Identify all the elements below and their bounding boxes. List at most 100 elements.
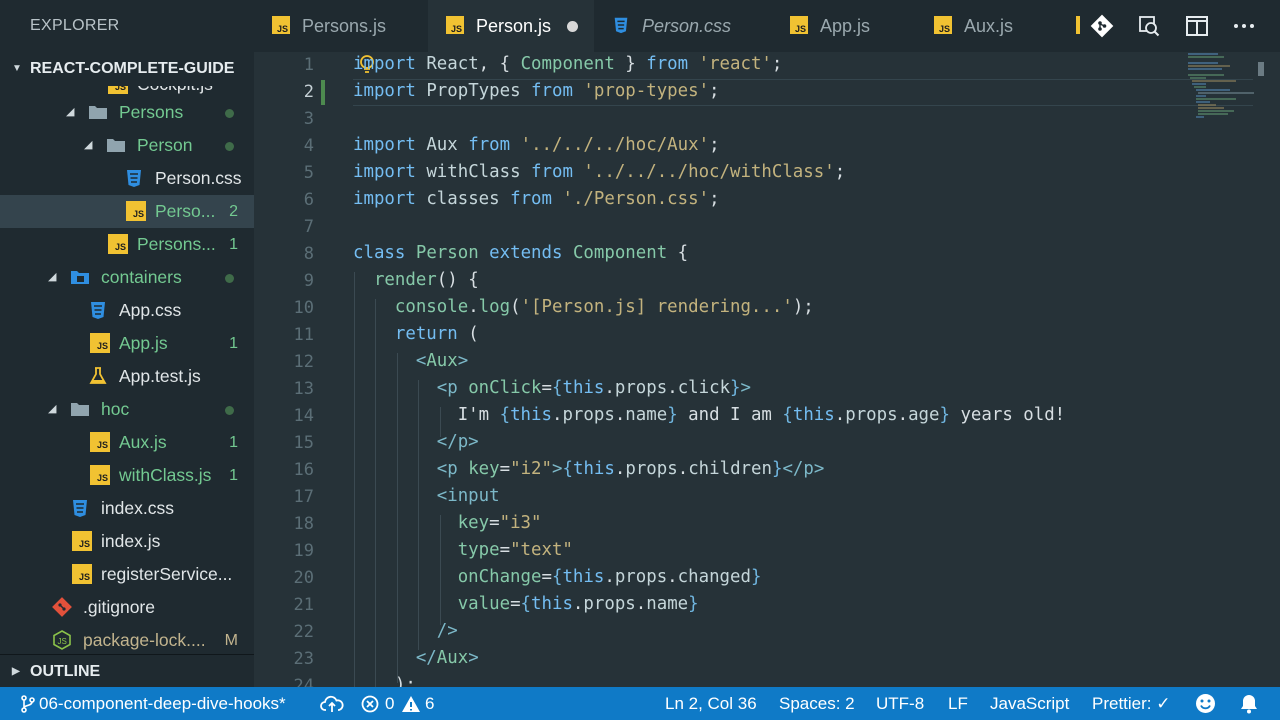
prettier-status[interactable]: Prettier: ✓ xyxy=(1092,687,1170,720)
tree-item-label: Person xyxy=(137,135,193,155)
unsaved-dot-icon[interactable] xyxy=(567,21,578,32)
tree-item-package-lock[interactable]: JS package-lock.... M xyxy=(0,624,254,654)
line-number: 1 xyxy=(303,55,314,75)
warning-icon[interactable] xyxy=(401,695,421,713)
error-count[interactable]: 0 xyxy=(385,687,394,720)
tree-item-app-css[interactable]: App.css xyxy=(0,294,254,327)
status-bar: 06-component-deep-dive-hooks* 0 6 Ln 2, … xyxy=(0,687,1280,720)
chevron-down-icon: ◢ xyxy=(84,139,93,151)
warning-count[interactable]: 6 xyxy=(425,687,434,720)
tab-label: App.js xyxy=(820,16,871,36)
tree-folder-containers[interactable]: ◢ containers xyxy=(0,261,254,294)
code-line: <p onClick={this.props.click}> xyxy=(436,378,752,398)
line-number: 6 xyxy=(303,190,314,210)
code-line: ); xyxy=(353,675,416,687)
css-file-icon xyxy=(614,17,628,34)
open-changes-icon[interactable] xyxy=(1137,14,1161,38)
line-number: 17 xyxy=(293,487,314,507)
language-mode[interactable]: JavaScript xyxy=(990,687,1069,720)
tree-folder-persons[interactable]: ◢ Persons xyxy=(0,96,254,129)
git-commit-icon[interactable] xyxy=(1090,14,1114,38)
folder-open-icon xyxy=(71,403,89,416)
line-number: 7 xyxy=(303,217,314,237)
line-number: 23 xyxy=(293,649,314,669)
svg-text:JS: JS xyxy=(58,637,67,646)
explorer-root-section[interactable]: ▼ REACT-COMPLETE-GUIDE xyxy=(0,52,254,86)
more-actions-icon[interactable] xyxy=(1232,14,1256,38)
line-number: 8 xyxy=(303,244,314,264)
git-branch-icon xyxy=(21,695,35,713)
code-line: class Person extends Component { xyxy=(353,243,689,263)
js-file-icon: JS xyxy=(934,16,952,34)
tree-item-index-css[interactable]: index.css xyxy=(0,492,254,525)
line-number: 4 xyxy=(303,136,314,156)
eol-setting[interactable]: LF xyxy=(948,687,968,720)
minimap[interactable] xyxy=(1184,52,1264,122)
line-number: 15 xyxy=(293,433,314,453)
js-file-icon: JS xyxy=(90,432,110,452)
tree-item-label: Aux.js xyxy=(119,432,167,452)
js-file-icon: JS xyxy=(108,234,128,254)
line-number: 24 xyxy=(293,676,314,687)
outline-label: OUTLINE xyxy=(30,663,101,680)
line-number: 21 xyxy=(293,595,314,615)
chevron-right-icon: ▶ xyxy=(12,666,20,677)
tree-item-app-js[interactable]: JS App.js 1 xyxy=(0,327,254,360)
tab-label: Person.css xyxy=(642,16,732,36)
css-file-icon xyxy=(73,500,87,517)
tree-item-persons-js[interactable]: JS Persons... 1 xyxy=(0,228,254,261)
git-modified-badge: M xyxy=(224,632,238,649)
code-line: /> xyxy=(436,621,458,641)
error-icon[interactable] xyxy=(361,695,379,713)
tab-person-css[interactable]: Person.css xyxy=(594,0,772,52)
tab-label: Aux.js xyxy=(964,16,1014,36)
nodejs-file-icon: JS xyxy=(53,630,71,650)
chevron-down-icon: ◢ xyxy=(48,403,57,415)
tab-app-js[interactable]: JS App.js xyxy=(772,0,916,52)
indentation-setting[interactable]: Spaces: 2 xyxy=(779,687,855,720)
git-status-dot xyxy=(225,142,234,151)
tab-aux-js[interactable]: JS Aux.js xyxy=(916,0,1060,52)
bell-icon[interactable] xyxy=(1239,693,1259,714)
tree-item-gitignore[interactable]: .gitignore xyxy=(0,591,254,624)
feedback-smiley-icon[interactable] xyxy=(1195,693,1216,714)
tree-item-label: Person.css xyxy=(155,168,242,188)
cursor-position[interactable]: Ln 2, Col 36 xyxy=(665,687,757,720)
code-editor[interactable]: 1 2 3 4 5 6 7 8 9 10 11 12 13 14 15 16 1… xyxy=(254,52,1280,687)
code-line: key="i3" xyxy=(457,513,542,533)
line-number: 18 xyxy=(293,514,314,534)
tree-folder-person[interactable]: ◢ Person xyxy=(0,129,254,162)
tree-item-app-test-js[interactable]: App.test.js xyxy=(0,360,254,393)
tree-item-label: withClass.js xyxy=(119,465,212,485)
tab-persons-js[interactable]: JS Persons.js xyxy=(254,0,428,52)
code-line: <Aux> xyxy=(415,351,469,371)
editor-actions xyxy=(1080,0,1280,52)
js-file-icon: JS xyxy=(790,16,808,34)
folder-open-icon xyxy=(71,271,89,284)
tree-folder-hoc[interactable]: ◢ hoc xyxy=(0,393,254,426)
folder-open-icon xyxy=(89,106,107,119)
outline-section[interactable]: ▶ OUTLINE xyxy=(0,654,254,687)
tree-item-person-js[interactable]: JS Perso... 2 xyxy=(0,195,254,228)
tree-item-person-css[interactable]: Person.css xyxy=(0,162,254,195)
code-line: <input xyxy=(436,486,500,506)
js-file-icon: JS xyxy=(90,333,110,353)
code-line: render() { xyxy=(373,270,479,290)
git-branch-label[interactable]: 06-component-deep-dive-hooks* xyxy=(39,687,286,720)
split-editor-icon[interactable] xyxy=(1185,14,1209,38)
problem-count-badge: 1 xyxy=(229,335,238,352)
git-modified-gutter-marker xyxy=(321,80,325,105)
tree-item-aux-js[interactable]: JS Aux.js 1 xyxy=(0,426,254,459)
tree-item-register-service-worker[interactable]: JS registerService... xyxy=(0,558,254,591)
sync-icon[interactable] xyxy=(320,694,344,714)
css-file-icon xyxy=(91,302,105,319)
tab-person-js[interactable]: JS Person.js xyxy=(428,0,594,52)
tree-item-index-js[interactable]: JS index.js xyxy=(0,525,254,558)
git-file-icon xyxy=(52,597,72,617)
tree-item-label: containers xyxy=(101,267,182,287)
tree-item-label: hoc xyxy=(101,399,130,419)
tree-item-withclass-js[interactable]: JS withClass.js 1 xyxy=(0,459,254,492)
encoding-setting[interactable]: UTF-8 xyxy=(876,687,924,720)
line-number: 20 xyxy=(293,568,314,588)
tree-item-label: Perso... xyxy=(155,201,216,221)
